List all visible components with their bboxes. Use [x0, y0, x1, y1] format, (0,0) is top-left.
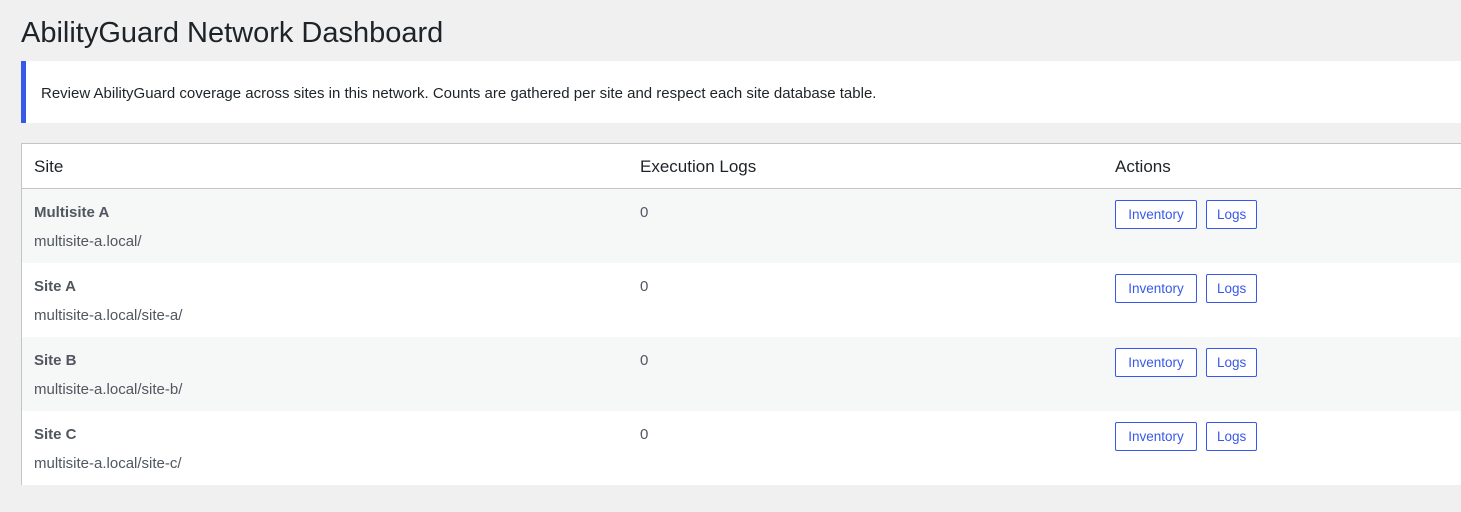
table-row: Site A multisite-a.local/site-a/ 0 Inven…	[22, 263, 1461, 337]
logs-button[interactable]: Logs	[1206, 348, 1257, 377]
logs-button[interactable]: Logs	[1206, 274, 1257, 303]
inventory-button[interactable]: Inventory	[1115, 422, 1197, 451]
logs-button[interactable]: Logs	[1206, 422, 1257, 451]
site-url: multisite-a.local/site-a/	[34, 307, 183, 324]
execution-log-count: 0	[640, 426, 649, 443]
site-url: multisite-a.local/site-c/	[34, 455, 182, 472]
table-row: Multisite A multisite-a.local/ 0 Invento…	[22, 189, 1461, 263]
logs-button[interactable]: Logs	[1206, 200, 1257, 229]
notice-text: Review AbilityGuard coverage across site…	[41, 85, 877, 102]
execution-log-count: 0	[640, 352, 649, 369]
site-url: multisite-a.local/	[34, 233, 142, 250]
info-notice: Review AbilityGuard coverage across site…	[21, 61, 1461, 123]
column-header-execution-logs: Execution Logs	[640, 157, 757, 176]
site-url: multisite-a.local/site-b/	[34, 381, 183, 398]
site-name: Site B	[34, 352, 77, 369]
site-name: Site C	[34, 426, 77, 443]
site-name: Site A	[34, 278, 76, 295]
table-row: Site B multisite-a.local/site-b/ 0 Inven…	[22, 337, 1461, 411]
table-row: Site C multisite-a.local/site-c/ 0 Inven…	[22, 411, 1461, 485]
inventory-button[interactable]: Inventory	[1115, 274, 1197, 303]
inventory-button[interactable]: Inventory	[1115, 200, 1197, 229]
site-name: Multisite A	[34, 204, 110, 221]
sites-table: Site Execution Logs Actions Multisite A …	[21, 143, 1461, 485]
column-header-actions: Actions	[1115, 157, 1171, 176]
execution-log-count: 0	[640, 204, 649, 221]
inventory-button[interactable]: Inventory	[1115, 348, 1197, 377]
execution-log-count: 0	[640, 278, 649, 295]
table-header: Site Execution Logs Actions	[22, 144, 1461, 189]
page-title: AbilityGuard Network Dashboard	[21, 17, 444, 49]
column-header-site: Site	[34, 157, 64, 176]
